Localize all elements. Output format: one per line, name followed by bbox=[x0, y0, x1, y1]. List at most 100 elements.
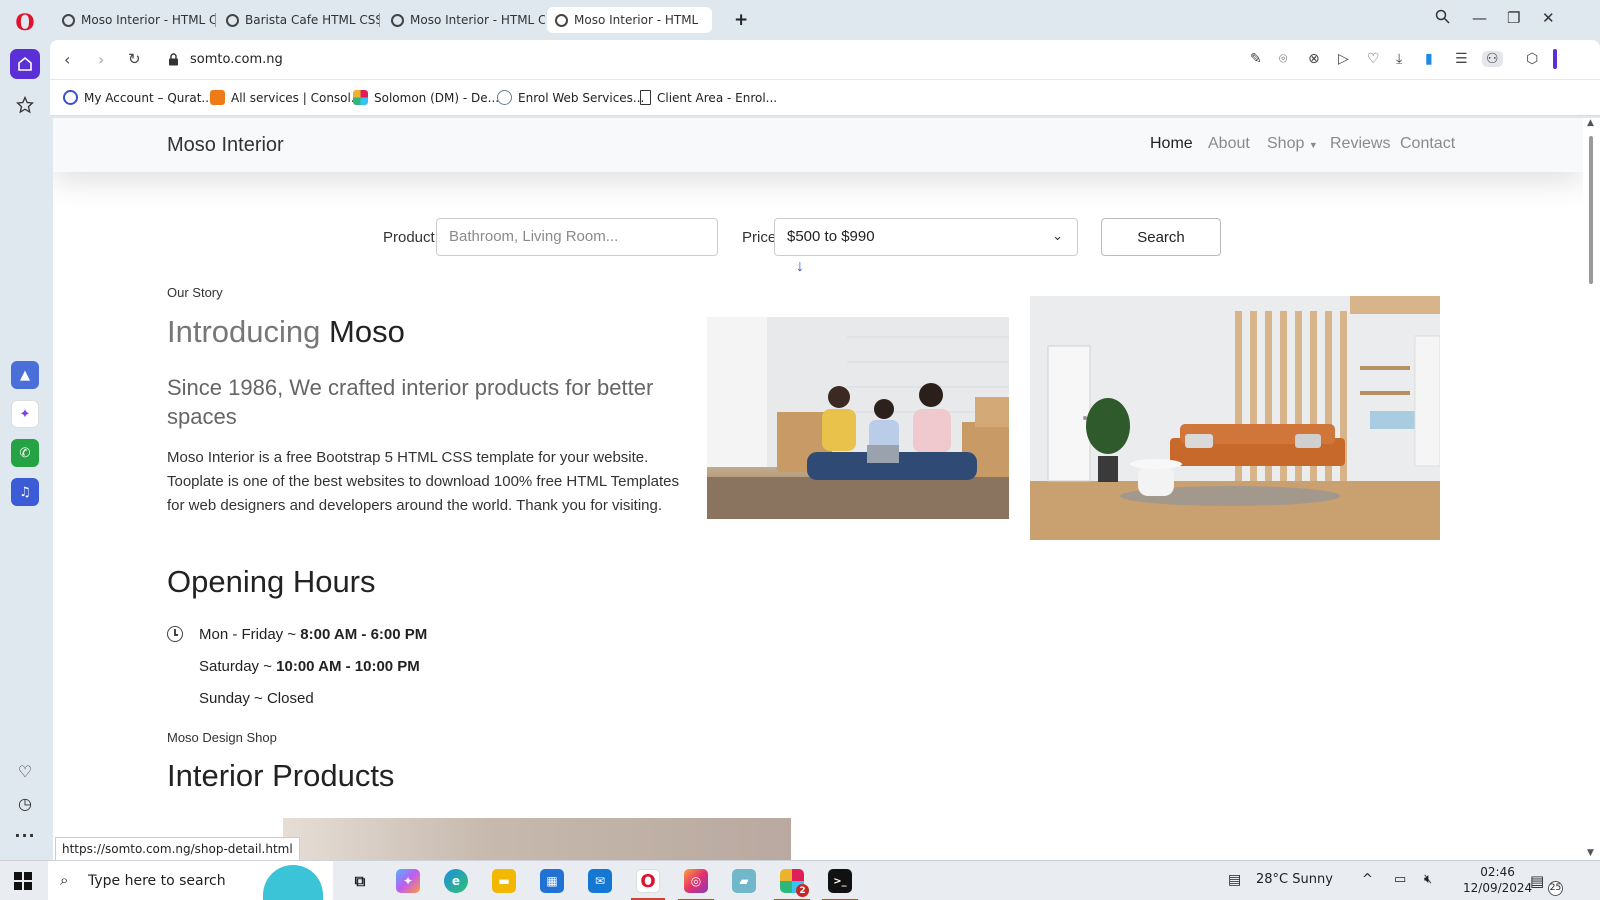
product-image[interactable] bbox=[283, 818, 791, 860]
site-brand[interactable]: Moso Interior bbox=[167, 134, 284, 157]
tab-4-active[interactable]: Moso Interior - HTML ✕ bbox=[547, 7, 712, 33]
nav-about[interactable]: About bbox=[1208, 135, 1250, 153]
adblock-icon[interactable]: ⊗ bbox=[1308, 51, 1320, 67]
edge-icon[interactable]: e bbox=[444, 869, 468, 893]
search-tabs-icon[interactable] bbox=[1435, 9, 1450, 28]
history-icon[interactable]: ◷ bbox=[10, 788, 40, 818]
windows-start-icon[interactable] bbox=[14, 872, 32, 890]
store-icon[interactable]: ▦ bbox=[540, 869, 564, 893]
story-title-muted: Introducing bbox=[167, 314, 321, 349]
tab-label: Moso Interior - HTML CSS bbox=[81, 13, 216, 27]
file-explorer-icon[interactable]: ▬ bbox=[492, 869, 516, 893]
battery-icon[interactable]: ▭ bbox=[1394, 872, 1406, 887]
scroll-up-icon[interactable]: ▲ bbox=[1587, 118, 1594, 128]
volume-muted-icon[interactable]: 🔇︎ bbox=[1424, 872, 1432, 887]
forward-icon[interactable]: › bbox=[98, 50, 104, 69]
family-photo bbox=[707, 317, 1009, 519]
scroll-thumb[interactable] bbox=[1589, 136, 1593, 284]
terminal-icon[interactable]: >_ bbox=[822, 869, 858, 900]
bookmark-item[interactable]: My Account – Qurat... bbox=[63, 90, 213, 105]
mail-icon[interactable]: ✉ bbox=[588, 869, 612, 893]
lock-icon bbox=[168, 53, 179, 69]
chevron-up-icon[interactable]: ^ bbox=[1362, 872, 1373, 887]
close-window-icon[interactable]: ✕ bbox=[1542, 9, 1555, 27]
tab-1[interactable]: Moso Interior - HTML CSS bbox=[54, 7, 216, 33]
bookmark-item[interactable]: Solomon (DM) - De... bbox=[353, 90, 499, 105]
bookmark-label: Solomon (DM) - De... bbox=[374, 90, 500, 105]
extensions-icon[interactable]: ⬡ bbox=[1526, 51, 1538, 67]
bookmark-item[interactable]: Enrol Web Services... bbox=[497, 90, 644, 105]
opera-logo-icon[interactable]: O bbox=[10, 8, 40, 38]
product-search-input[interactable]: Bathroom, Living Room... bbox=[436, 218, 718, 256]
search-form: Product Bathroom, Living Room... Price $… bbox=[53, 218, 1583, 258]
easy-setup-icon[interactable]: ☰ bbox=[1455, 51, 1468, 67]
aria-app-icon[interactable]: ▲ bbox=[11, 361, 39, 389]
camera-icon[interactable]: ⌾ bbox=[1279, 51, 1287, 67]
tab-label: Barista Cafe HTML CSS Te bbox=[245, 13, 380, 27]
heart-icon[interactable]: ♡ bbox=[10, 756, 40, 786]
tab-label: Moso Interior - HTML CSS bbox=[410, 13, 545, 27]
taskbar-search[interactable]: ⌕ Type here to search bbox=[48, 861, 333, 900]
url-field[interactable]: somto.com.ng bbox=[190, 52, 283, 67]
heart-icon[interactable]: ♡ bbox=[1367, 51, 1380, 67]
nav-shop[interactable]: Shop ▼ bbox=[1267, 135, 1318, 153]
taskbar-search-placeholder: Type here to search bbox=[88, 873, 226, 889]
chevron-down-icon: ⌄ bbox=[1052, 228, 1063, 243]
slack-taskbar-icon[interactable]: 2 bbox=[774, 869, 810, 900]
price-select-value: $500 to $990 bbox=[787, 228, 875, 245]
profile-icon[interactable]: ⚇ bbox=[1482, 51, 1503, 67]
reload-icon[interactable]: ↻ bbox=[128, 50, 141, 68]
minimize-icon[interactable]: — bbox=[1472, 9, 1487, 27]
notification-count: 25 bbox=[1548, 881, 1563, 896]
product-label: Product bbox=[383, 229, 435, 246]
instagram-icon[interactable]: ◎ bbox=[678, 869, 714, 900]
page-scrollbar[interactable]: ▲ ▼ bbox=[1583, 118, 1600, 860]
story-body: Moso Interior is a free Bootstrap 5 HTML… bbox=[167, 449, 679, 514]
arrow-down-icon: ↓ bbox=[796, 258, 804, 275]
nav-reviews[interactable]: Reviews bbox=[1330, 135, 1390, 153]
new-tab-icon[interactable]: + bbox=[734, 10, 748, 30]
caret-down-icon: ▼ bbox=[1308, 140, 1318, 150]
restore-icon[interactable]: ❐ bbox=[1507, 9, 1520, 27]
price-label: Price bbox=[742, 229, 777, 246]
back-icon[interactable]: ‹ bbox=[64, 50, 70, 69]
tab-3[interactable]: Moso Interior - HTML CSS bbox=[383, 7, 545, 33]
scroll-down-icon[interactable]: ▼ bbox=[1587, 848, 1594, 858]
vpn-icon[interactable]: ▮ bbox=[1425, 51, 1433, 67]
sidebar-toggle-icon[interactable] bbox=[1553, 49, 1557, 69]
music-player-icon[interactable]: ♫ bbox=[11, 478, 39, 506]
nav-home[interactable]: Home bbox=[1150, 135, 1193, 153]
download-icon[interactable]: ⤓ bbox=[1396, 51, 1402, 67]
bookmark-item[interactable]: Client Area - Enrol... bbox=[640, 90, 777, 105]
taskbar-clock[interactable]: 02:46 12/09/2024 bbox=[1463, 864, 1532, 896]
globe-icon bbox=[391, 13, 404, 27]
document-icon bbox=[640, 90, 651, 105]
opera-taskbar-icon[interactable]: O bbox=[631, 869, 665, 900]
nav-contact[interactable]: Contact bbox=[1400, 135, 1455, 153]
whatsapp-icon[interactable]: ✆ bbox=[11, 439, 39, 467]
search-highlight-image bbox=[263, 865, 323, 900]
tab-2[interactable]: Barista Cafe HTML CSS Te bbox=[218, 7, 380, 33]
edit-icon[interactable]: ✎ bbox=[1250, 51, 1262, 67]
play-icon[interactable]: ▷ bbox=[1338, 51, 1349, 67]
star-icon[interactable] bbox=[10, 90, 40, 120]
tab-label: Moso Interior - HTML bbox=[574, 13, 699, 27]
address-bar: ‹ › ↻ somto.com.ng ✎ ⌾ ⊗ ▷ ♡ ⤓ ▮ ☰ ⚇ ⬡ bbox=[50, 40, 1600, 79]
task-view-icon[interactable]: ⧉ bbox=[348, 869, 372, 893]
windows-taskbar: ⌕ Type here to search ⧉ ✦ e ▬ ▦ ✉ O ◎ ▰ … bbox=[0, 860, 1600, 900]
search-button[interactable]: Search bbox=[1101, 218, 1221, 256]
hours-day: Saturday ~ bbox=[199, 658, 277, 675]
price-select[interactable]: $500 to $990 ⌄ bbox=[774, 218, 1078, 256]
notification-badge: 2 bbox=[796, 884, 809, 897]
messenger-icon[interactable]: ✦ bbox=[11, 400, 39, 428]
tab-bar: Moso Interior - HTML CSS Barista Cafe HT… bbox=[50, 0, 1600, 38]
notification-center-icon[interactable]: ▤ bbox=[1530, 872, 1544, 890]
notepad-icon[interactable]: ▰ bbox=[732, 869, 756, 893]
weather-icon[interactable]: ▤ bbox=[1228, 872, 1241, 888]
weather-text[interactable]: 28°C Sunny bbox=[1256, 872, 1333, 887]
home-icon[interactable] bbox=[10, 49, 40, 79]
copilot-icon[interactable]: ✦ bbox=[396, 869, 420, 893]
clock-time: 02:46 bbox=[1480, 865, 1515, 879]
more-icon[interactable]: ··· bbox=[10, 820, 40, 850]
bookmark-item[interactable]: All services | Consol... bbox=[210, 90, 362, 105]
